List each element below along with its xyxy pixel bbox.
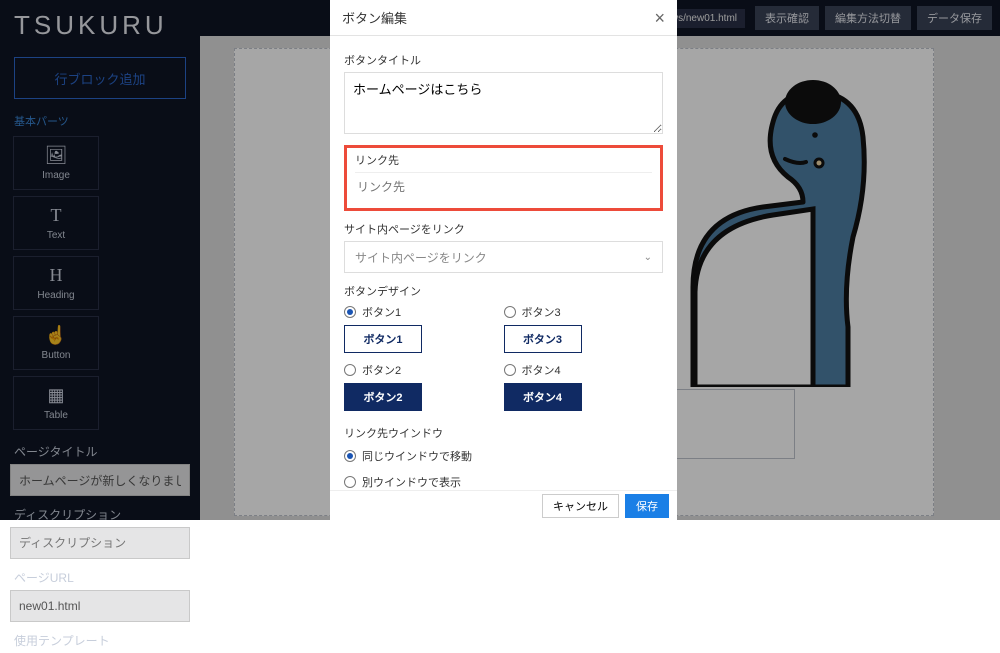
- close-icon[interactable]: ×: [654, 9, 665, 27]
- save-button[interactable]: 保存: [625, 494, 669, 518]
- template-label: 使用テンプレート: [0, 622, 200, 653]
- link-destination-label: リンク先: [355, 152, 652, 168]
- radio-icon: [344, 306, 356, 318]
- design-radio-button3[interactable]: ボタン3: [504, 303, 664, 321]
- modal-body: ボタンタイトル リンク先 サイト内ページをリンク サイト内ページをリンク ⌄ ボ…: [330, 36, 677, 490]
- link-window-same-radio[interactable]: 同じウインドウで移動: [344, 447, 663, 465]
- page-url-label: ページURL: [0, 559, 200, 590]
- button-design-label: ボタンデザイン: [344, 283, 663, 299]
- site-page-link-label: サイト内ページをリンク: [344, 221, 663, 237]
- radio-label: 同じウインドウで移動: [362, 448, 472, 464]
- modal-footer: キャンセル 保存: [330, 490, 677, 520]
- link-destination-input[interactable]: [355, 172, 652, 200]
- design-radio-button1[interactable]: ボタン1: [344, 303, 504, 321]
- design-sample-button4: ボタン4: [504, 383, 582, 411]
- page-url-input[interactable]: [10, 590, 190, 622]
- radio-icon: [504, 306, 516, 318]
- design-sample-button1: ボタン1: [344, 325, 422, 353]
- design-radio-button2[interactable]: ボタン2: [344, 361, 504, 379]
- modal-header: ボタン編集 ×: [330, 0, 677, 36]
- cancel-button[interactable]: キャンセル: [542, 494, 619, 518]
- radio-label: ボタン2: [362, 362, 401, 378]
- description-input[interactable]: [10, 527, 190, 559]
- radio-icon: [344, 476, 356, 488]
- design-sample-button2: ボタン2: [344, 383, 422, 411]
- radio-icon: [344, 450, 356, 462]
- radio-label: ボタン4: [522, 362, 561, 378]
- radio-icon: [504, 364, 516, 376]
- modal-title: ボタン編集: [342, 8, 407, 27]
- radio-icon: [344, 364, 356, 376]
- design-sample-button3: ボタン3: [504, 325, 582, 353]
- radio-label: ボタン3: [522, 304, 561, 320]
- site-page-link-selected: サイト内ページをリンク: [355, 249, 487, 266]
- button-title-input[interactable]: [344, 72, 663, 134]
- button-title-label: ボタンタイトル: [344, 52, 663, 68]
- button-edit-modal: ボタン編集 × ボタンタイトル リンク先 サイト内ページをリンク サイト内ページ…: [330, 0, 677, 520]
- radio-label: ボタン1: [362, 304, 401, 320]
- radio-label: 別ウインドウで表示: [362, 474, 461, 490]
- design-radio-button4[interactable]: ボタン4: [504, 361, 664, 379]
- link-window-new-radio[interactable]: 別ウインドウで表示: [344, 473, 663, 490]
- link-destination-group-highlight: リンク先: [344, 145, 663, 211]
- chevron-down-icon: ⌄: [644, 252, 652, 263]
- site-page-link-select[interactable]: サイト内ページをリンク ⌄: [344, 241, 663, 273]
- link-window-label: リンク先ウインドウ: [344, 425, 663, 441]
